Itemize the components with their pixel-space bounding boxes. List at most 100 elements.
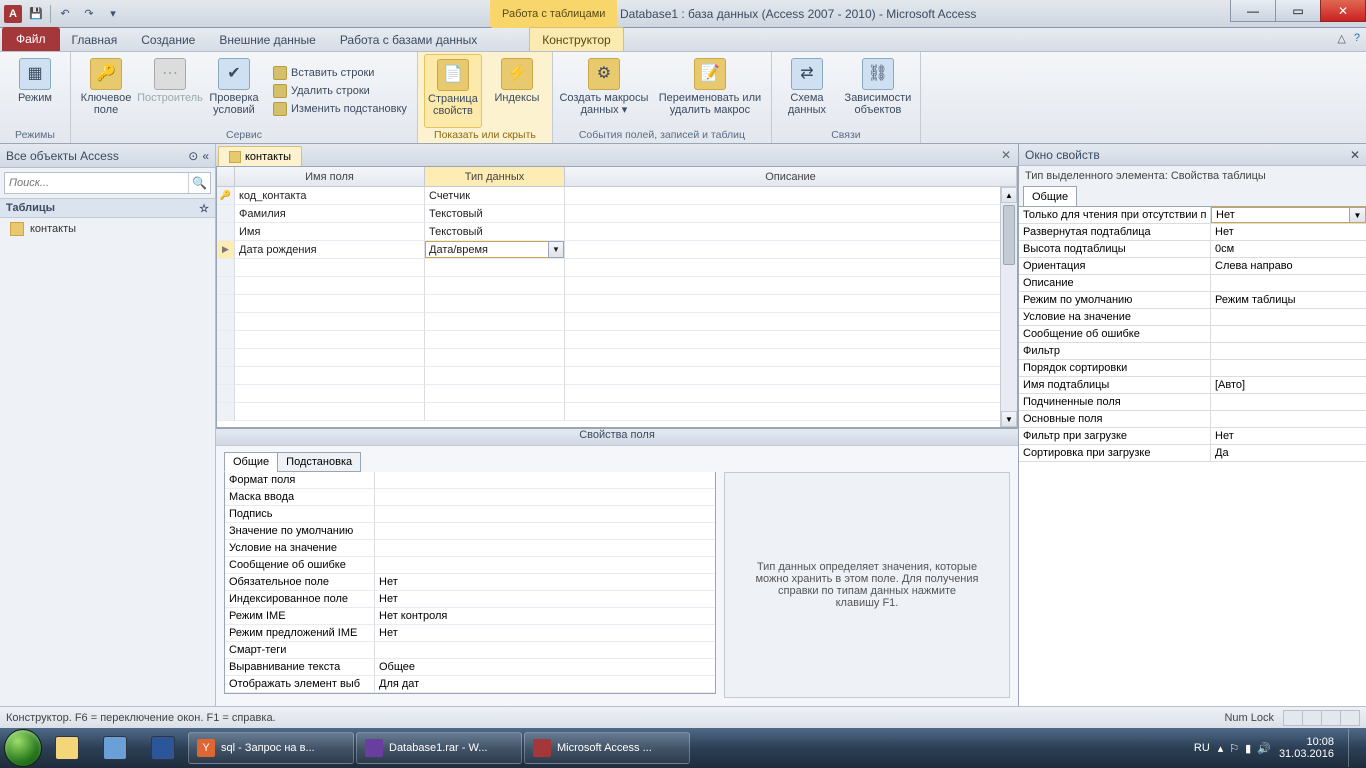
nav-dropdown-icon[interactable]: ⊙ — [188, 149, 198, 163]
cell-data-type[interactable] — [425, 313, 565, 331]
row-selector[interactable] — [217, 313, 235, 331]
tab-general[interactable]: Общие — [224, 452, 278, 472]
table-row[interactable] — [217, 331, 1017, 349]
dropdown-icon[interactable]: ▼ — [1349, 208, 1365, 222]
property-row[interactable]: Описание — [1019, 275, 1366, 292]
document-close-button[interactable]: ✕ — [998, 147, 1014, 163]
property-row[interactable]: Имя подтаблицы[Авто] — [1019, 377, 1366, 394]
tray-volume-icon[interactable]: 🔊 — [1257, 742, 1271, 755]
validation-button[interactable]: ✔ Проверка условий — [205, 54, 263, 128]
show-desktop-button[interactable] — [1348, 729, 1362, 767]
object-dependencies-button[interactable]: ⛓ Зависимости объектов — [842, 54, 914, 128]
cell-description[interactable] — [565, 241, 1017, 259]
property-value[interactable] — [375, 489, 715, 506]
property-row[interactable]: Режим по умолчаниюРежим таблицы — [1019, 292, 1366, 309]
property-value[interactable]: Режим таблицы — [1211, 292, 1366, 308]
delete-rows-button[interactable]: Удалить строки — [269, 83, 411, 99]
property-row[interactable]: Подчиненные поля — [1019, 394, 1366, 411]
cell-data-type[interactable]: Дата/время▼ — [425, 241, 565, 259]
row-selector[interactable] — [217, 295, 235, 313]
property-value[interactable]: Нет — [1211, 224, 1366, 240]
vertical-scrollbar[interactable]: ▲ ▼ — [1000, 187, 1017, 427]
language-indicator[interactable]: RU — [1194, 742, 1210, 754]
task-yandex[interactable]: Ysql - Запрос на в... — [188, 732, 354, 764]
property-value[interactable]: Нет▼ — [1211, 207, 1366, 223]
row-selector[interactable] — [217, 205, 235, 223]
row-selector[interactable] — [217, 385, 235, 403]
property-row[interactable]: Фильтр — [1019, 343, 1366, 360]
property-row[interactable]: Смарт-теги — [225, 642, 715, 659]
col-header-name[interactable]: Имя поля — [235, 167, 425, 186]
cell-field-name[interactable] — [235, 403, 425, 421]
table-row[interactable]: ▶Дата рожденияДата/время▼ — [217, 241, 1017, 259]
property-value[interactable] — [1211, 326, 1366, 342]
indexes-button[interactable]: ⚡ Индексы — [488, 54, 546, 128]
table-row[interactable] — [217, 313, 1017, 331]
view-design-button[interactable] — [1302, 710, 1322, 726]
nav-header[interactable]: Все объекты Access ⊙ « — [0, 144, 215, 168]
property-value[interactable]: 0см — [1211, 241, 1366, 257]
modify-lookup-button[interactable]: Изменить подстановку — [269, 101, 411, 117]
table-row[interactable]: 🔑код_контактаСчетчик — [217, 187, 1017, 205]
cell-field-name[interactable] — [235, 385, 425, 403]
primary-key-button[interactable]: 🔑 Ключевое поле — [77, 54, 135, 128]
row-selector-header[interactable] — [217, 167, 235, 186]
pinned-word[interactable] — [140, 732, 186, 764]
save-icon[interactable]: 💾 — [26, 4, 46, 24]
maximize-button[interactable]: ▭ — [1275, 0, 1321, 22]
row-selector[interactable] — [217, 367, 235, 385]
property-value[interactable] — [375, 557, 715, 574]
cell-data-type[interactable] — [425, 277, 565, 295]
property-value[interactable]: Для дат — [375, 676, 715, 693]
tray-network-icon[interactable]: ▮ — [1245, 742, 1251, 755]
tab-database-tools[interactable]: Работа с базами данных — [328, 29, 489, 51]
property-row[interactable]: Подпись — [225, 506, 715, 523]
relationships-button[interactable]: ⇄ Схема данных — [778, 54, 836, 128]
tab-lookup[interactable]: Подстановка — [277, 452, 361, 472]
cell-field-name[interactable] — [235, 367, 425, 385]
property-value[interactable]: Слева направо — [1211, 258, 1366, 274]
cell-field-name[interactable] — [235, 349, 425, 367]
cell-description[interactable] — [565, 205, 1017, 223]
cell-description[interactable] — [565, 187, 1017, 205]
row-selector[interactable] — [217, 349, 235, 367]
property-value[interactable] — [1211, 309, 1366, 325]
search-input[interactable] — [5, 173, 188, 193]
property-value[interactable]: [Авто] — [1211, 377, 1366, 393]
scroll-thumb[interactable] — [1003, 205, 1015, 265]
cell-description[interactable] — [565, 385, 1017, 403]
document-tab-contacts[interactable]: контакты — [218, 146, 302, 166]
property-row[interactable]: Условие на значение — [1019, 309, 1366, 326]
col-header-description[interactable]: Описание — [565, 167, 1017, 186]
tab-create[interactable]: Создание — [129, 29, 207, 51]
cell-description[interactable] — [565, 403, 1017, 421]
table-row[interactable] — [217, 367, 1017, 385]
row-selector[interactable] — [217, 403, 235, 421]
cell-field-name[interactable] — [235, 313, 425, 331]
table-row[interactable] — [217, 385, 1017, 403]
cell-field-name[interactable] — [235, 259, 425, 277]
qat-customize-icon[interactable]: ▾ — [103, 4, 123, 24]
cell-field-name[interactable]: Дата рождения — [235, 241, 425, 259]
property-row[interactable]: Выравнивание текстаОбщее — [225, 659, 715, 676]
cell-description[interactable] — [565, 223, 1017, 241]
row-selector[interactable] — [217, 277, 235, 295]
property-value[interactable]: Да — [1211, 445, 1366, 461]
undo-icon[interactable]: ↶ — [55, 4, 75, 24]
property-value[interactable] — [375, 523, 715, 540]
property-value[interactable] — [375, 472, 715, 489]
nav-collapse-icon[interactable]: « — [202, 149, 209, 163]
table-row[interactable]: ФамилияТекстовый — [217, 205, 1017, 223]
cell-description[interactable] — [565, 295, 1017, 313]
insert-rows-button[interactable]: Вставить строки — [269, 65, 411, 81]
view-pivotchart-button[interactable] — [1340, 710, 1360, 726]
property-value[interactable] — [1211, 394, 1366, 410]
row-selector[interactable] — [217, 259, 235, 277]
property-row[interactable]: Условие на значение — [225, 540, 715, 557]
property-value[interactable] — [375, 642, 715, 659]
table-row[interactable] — [217, 277, 1017, 295]
tray-show-hidden-icon[interactable]: ▴ — [1218, 742, 1224, 755]
pinned-explorer[interactable] — [44, 732, 90, 764]
property-value[interactable] — [375, 540, 715, 557]
property-row[interactable]: Основные поля — [1019, 411, 1366, 428]
